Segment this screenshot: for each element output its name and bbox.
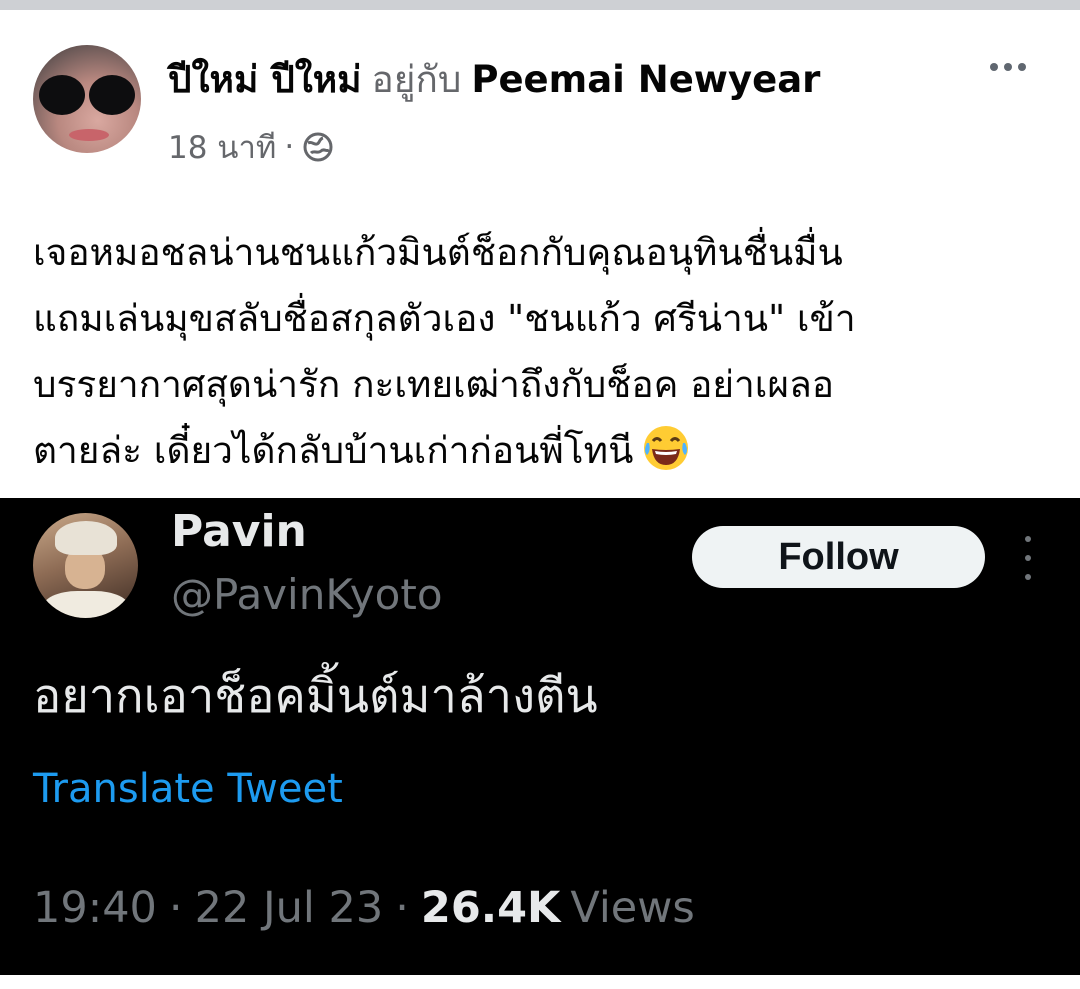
post-text-line: แถมเล่นมุขสลับชื่อสกุลตัวเอง "ชนแก้ว ศรี… (33, 297, 856, 340)
post-text-line: เจอหมอชลน่านชนแก้วมินต์ช็อกกับคุณอนุทินช… (33, 231, 843, 274)
meta-separator: · (284, 129, 295, 165)
more-dot (1004, 63, 1012, 71)
globe-icon[interactable] (302, 131, 334, 163)
post-meta: 18 นาที · (168, 122, 334, 172)
follow-button[interactable]: Follow (692, 526, 985, 588)
post-text-line: ตายล่ะ เดี๋ยวได้กลับบ้านเก่าก่อนพี่โทนี (33, 429, 634, 472)
translate-tweet-link[interactable]: Translate Tweet (33, 766, 343, 812)
post-header: ปีใหม่ ปีใหม่ อยู่กับ Peemai Newyear (168, 50, 820, 110)
bottom-margin (0, 975, 1080, 989)
author-name-link[interactable]: ปีใหม่ ปีใหม่ (168, 50, 362, 110)
tweet-date[interactable]: 22 Jul 23 (195, 883, 384, 933)
author-avatar[interactable] (33, 45, 141, 153)
tweet-more-button[interactable] (1018, 536, 1038, 580)
more-horizontal-icon (990, 63, 998, 71)
post-text-line: บรรยากาศสุดน่ารัก กะเทยเฒ่าถึงกับช็อค อย… (33, 363, 835, 406)
meta-separator: · (168, 883, 183, 933)
more-options-button[interactable] (980, 52, 1036, 82)
tweet-text: อยากเอาช็อคมิ้นต์มาล้างตีน (33, 669, 598, 724)
more-dot (1025, 555, 1031, 561)
tweet-author-handle[interactable]: @PavinKyoto (171, 570, 443, 619)
top-divider (0, 0, 1080, 10)
post-timestamp-link[interactable]: 18 นาที (168, 122, 276, 172)
with-text: อยู่กับ (371, 58, 462, 101)
post-text-line-last: ตายล่ะ เดี๋ยวได้กลับบ้านเก่าก่อนพี่โทนี (33, 418, 1043, 484)
tweet-time[interactable]: 19:40 (33, 883, 157, 933)
embedded-tweet-card: Pavin @PavinKyoto Follow อยากเอาช็อคมิ้น… (0, 498, 1080, 975)
more-dot (1018, 63, 1026, 71)
tweet-author-avatar[interactable] (33, 513, 138, 618)
laughing-tears-emoji-icon (644, 426, 689, 470)
avatar-hair (55, 521, 117, 555)
tweet-author-name[interactable]: Pavin (171, 506, 307, 557)
more-vertical-icon (1025, 536, 1031, 542)
avatar-sunglasses-right (89, 75, 135, 115)
post-body: เจอหมอชลน่านชนแก้วมินต์ช็อกกับคุณอนุทินช… (33, 220, 1043, 484)
views-label: Views (570, 883, 695, 933)
avatar-lips (69, 129, 109, 141)
tagged-user-link[interactable]: Peemai Newyear (471, 50, 820, 110)
avatar-shirt (43, 591, 129, 618)
more-dot (1025, 574, 1031, 580)
views-count: 26.4K (420, 883, 561, 933)
tweet-meta: 19:40 · 22 Jul 23 · 26.4K Views (33, 883, 695, 933)
avatar-sunglasses-left (39, 75, 85, 115)
meta-separator: · (395, 883, 409, 933)
